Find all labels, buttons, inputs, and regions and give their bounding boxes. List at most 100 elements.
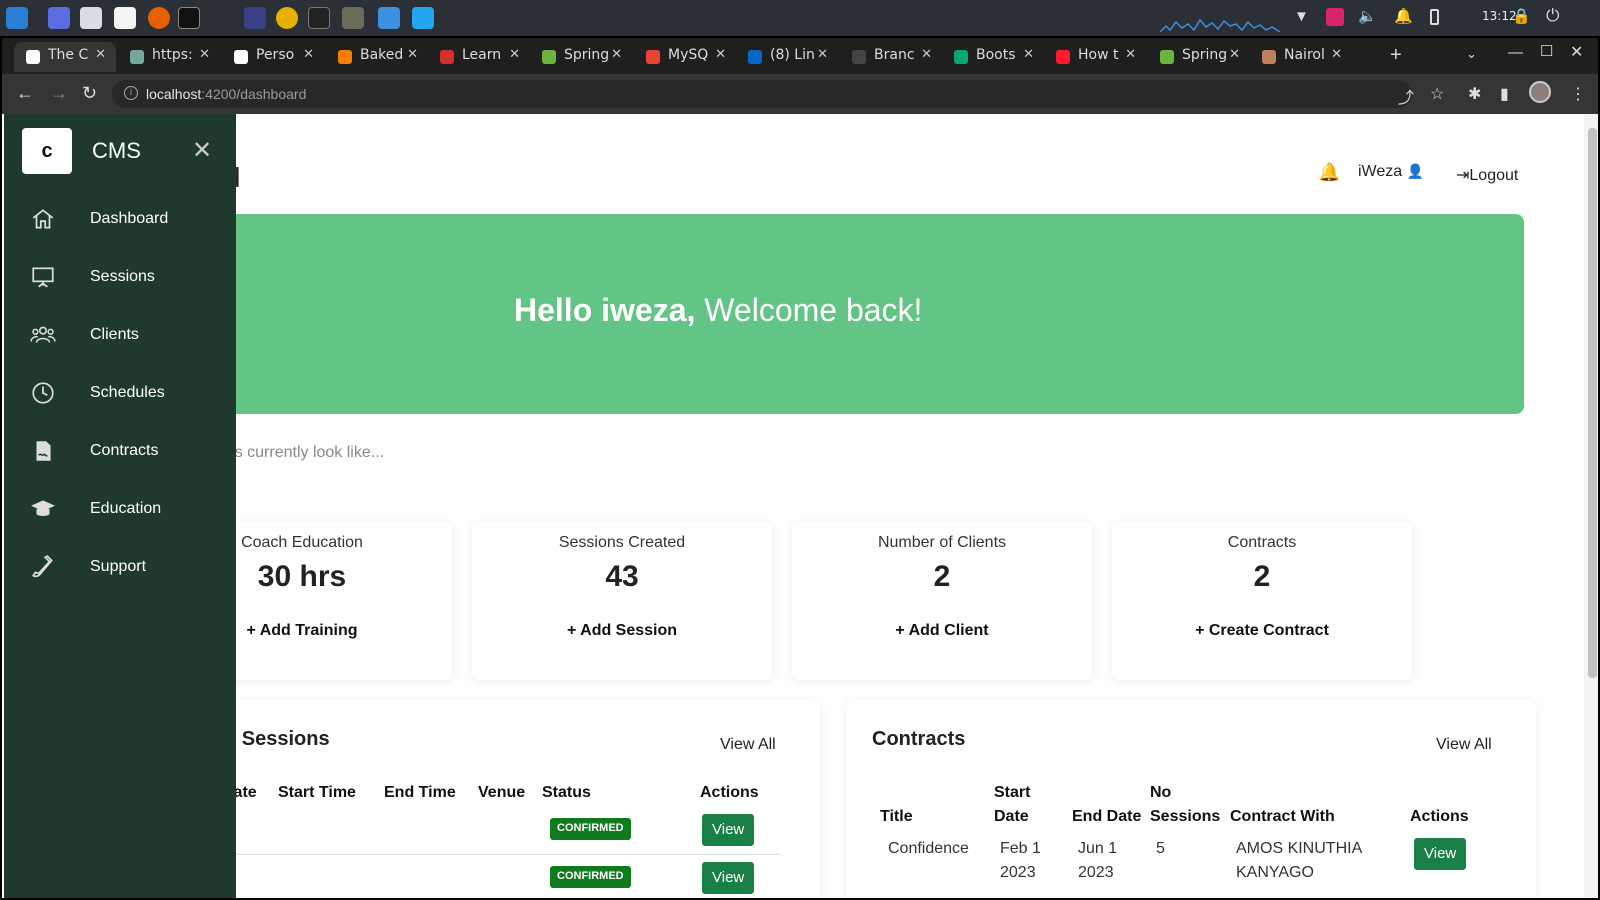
chrome-icon[interactable] [276,7,298,29]
sidebar-item-education[interactable]: Education [4,486,236,534]
user-icon: 👤 [1406,163,1425,179]
screen: ▼ 🔈 🔔 13:12 🔒 ⏻ The C ✕ https: ✕ Perso ✕ Baked… [0,0,1600,900]
browser-menu-icon[interactable]: ⋮ [1570,84,1586,104]
add-client-button[interactable]: + Add Client [792,622,1092,640]
contracts-view-all-link[interactable]: View All [1436,736,1492,754]
folder-icon[interactable] [378,7,400,29]
lock-icon[interactable]: 🔒 [1512,7,1531,25]
stat-value: 2 [1253,560,1271,593]
browser-tab[interactable]: Spring ✕ [530,42,632,72]
contract-end-line1: Jun 1 [1078,840,1118,857]
row-divider [236,854,780,855]
browser-tab[interactable]: Nairol ✕ [1250,42,1352,72]
sidebar-item-schedules[interactable]: Schedules [4,370,236,418]
close-tab-icon[interactable]: ✕ [199,47,210,62]
power-icon[interactable]: ⏻ [1546,6,1559,26]
app-tray-icon[interactable] [1326,8,1344,26]
medium-icon [234,50,248,64]
forward-icon[interactable]: → [50,83,68,104]
sidebar-item-dashboard[interactable]: Dashboard [4,196,236,244]
app-icon[interactable] [244,7,266,29]
side-panel-icon[interactable]: ▮ [1500,84,1509,104]
close-tab-icon[interactable]: ✕ [303,47,314,62]
url-path: :4200/dashboard [201,86,307,102]
blogger-icon [338,50,352,64]
back-icon[interactable]: ← [16,83,34,104]
close-window-button[interactable]: ✕ [1570,42,1583,62]
browser-tab[interactable]: Boots ✕ [942,42,1044,72]
console-icon[interactable] [308,7,330,29]
browser-tab[interactable]: Perso ✕ [222,42,324,72]
battery-icon[interactable] [1430,9,1439,25]
stat-card-sessions: Sessions Created 43 + Add Session [472,522,772,680]
contract-with-line2: KANYAGO [1236,864,1314,881]
close-tab-icon[interactable]: ✕ [1229,47,1240,62]
browser-tab[interactable]: Baked ✕ [326,42,428,72]
file-manager-icon[interactable] [80,7,102,29]
close-tab-icon[interactable]: ✕ [1125,47,1136,62]
view-contract-button[interactable]: View [1414,838,1467,870]
close-tab-icon[interactable]: ✕ [509,47,520,62]
sidebar-item-label: Clients [90,326,139,343]
bookmark-star-icon[interactable]: ☆ [1430,84,1444,104]
browser-tab[interactable]: Branc ✕ [840,42,942,72]
text-editor-icon[interactable] [114,7,136,29]
browser-tab[interactable]: https: ✕ [118,42,220,72]
sidebar-item-label: Schedules [90,384,165,401]
firefox-icon[interactable] [148,7,170,29]
tab-search-icon[interactable]: ⌄ [1466,46,1477,62]
close-tab-icon[interactable]: ✕ [921,47,932,62]
users-icon [30,326,56,343]
notification-icon[interactable]: 🔔 [1394,7,1413,25]
bell-icon[interactable]: 🔔 [1318,162,1340,183]
browser-tab[interactable]: How t ✕ [1044,42,1146,72]
close-tab-icon[interactable]: ✕ [817,47,828,62]
reload-icon[interactable]: ↻ [82,83,97,104]
image-viewer-icon[interactable] [342,7,364,29]
share-icon[interactable]: ⤴ [1398,84,1414,108]
sidebar-item-support[interactable]: Support [4,544,236,592]
close-tab-icon[interactable]: ✕ [611,47,622,62]
sidebar-item-contracts[interactable]: Contracts [4,428,236,476]
browser-tab[interactable]: Learn ✕ [428,42,530,72]
maximize-button[interactable]: ☐ [1540,42,1553,60]
col-venue: Venue [478,784,526,801]
add-session-button[interactable]: + Add Session [472,622,772,640]
wifi-icon[interactable]: ▼ [1294,8,1309,25]
col-actions: Actions [1410,808,1469,825]
browser-tab[interactable]: The C ✕ [14,42,116,72]
close-tab-icon[interactable]: ✕ [1331,47,1342,62]
profile-avatar[interactable] [1529,81,1551,103]
new-tab-button[interactable]: + [1390,44,1402,67]
browser-tab[interactable]: Spring ✕ [1148,42,1250,72]
view-session-button[interactable]: View [702,814,755,846]
close-tab-icon[interactable]: ✕ [95,47,106,62]
username: iWeza [1358,163,1403,180]
extensions-icon[interactable]: ✱ [1468,84,1481,104]
close-tab-icon[interactable]: ✕ [715,47,726,62]
close-tab-icon[interactable]: ✕ [407,47,418,62]
hello-greeting: Hello iweza, [514,292,696,328]
close-sidebar-button[interactable]: ✕ [192,136,212,165]
sidebar-item-sessions[interactable]: Sessions [4,254,236,302]
volume-icon[interactable]: 🔈 [1358,7,1377,25]
browser-tab[interactable]: MySQ ✕ [634,42,736,72]
browser-tab[interactable]: (8) Lin ✕ [736,42,838,72]
site-info-icon[interactable]: i [124,86,138,100]
address-bar[interactable]: localhost:4200/dashboard [112,80,1412,108]
sidebar-item-clients[interactable]: Clients [4,312,236,360]
logout-button[interactable]: ⇥Logout [1456,165,1518,185]
terminal-icon[interactable] [178,7,200,29]
view-session-button[interactable]: View [702,862,755,894]
desktop-icon[interactable] [48,7,70,29]
start-menu-icon[interactable] [6,7,28,29]
sessions-view-all-link[interactable]: View All [720,736,776,754]
contract-with-line1: AMOS KINUTHIA [1236,840,1363,857]
scrollbar-thumb[interactable] [1588,128,1597,678]
minimize-button[interactable]: — [1508,44,1523,61]
create-contract-button[interactable]: + Create Contract [1112,622,1412,640]
user-menu[interactable]: iWeza 👤 [1358,163,1424,181]
vscode-icon[interactable] [412,7,434,29]
close-tab-icon[interactable]: ✕ [1023,47,1034,62]
welcome-text: Hello iweza, Welcome back! [514,292,922,329]
